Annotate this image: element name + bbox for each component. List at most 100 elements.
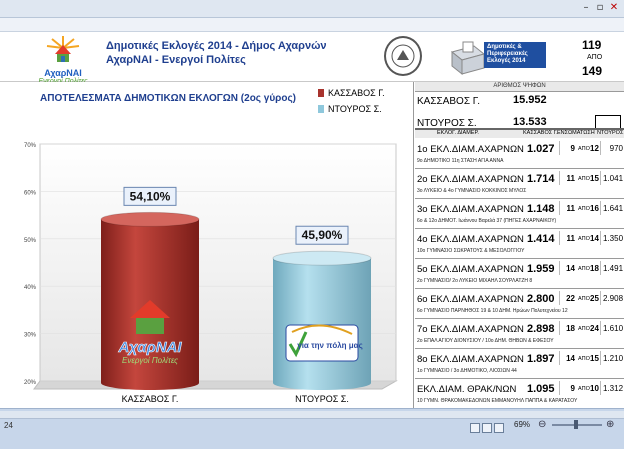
votes-value-ntouros: 13.533 [513,116,547,128]
votes-value-kassavos: 15.952 [513,94,547,106]
column-divider [559,291,560,305]
counted-count: 119 [582,38,602,52]
ntouros-votes: 1.641 [603,204,624,213]
view-buttons[interactable] [470,420,510,433]
counted-stations: 18 [566,324,575,333]
total-stations: 25 [590,294,599,303]
district-location: 9ο ΔΗΜΟΤΙΚΟ 11η ΣΤΑΣΗ ΑΓΙΑ ΑΝΝΑ [417,158,504,164]
municipality-seal [384,36,422,76]
district-name: 7ο ΕΚΛ.ΔΙΑΜ.ΑΧΑΡΝΩΝ [417,324,524,335]
y-tick-label: 20% [24,380,37,386]
district-name: 4ο ΕΚΛ.ΔΙΑΜ.ΑΧΑΡΝΩΝ [417,234,524,245]
page-break-icon[interactable] [494,423,504,433]
col-header-district: ΕΚΛΟΓ. ΔΙΑΜΕΡ. [437,130,479,136]
ntouros-votes: 970 [609,144,623,153]
close-icon[interactable]: ✕ [608,2,620,14]
ntouros-votes: 1.312 [603,384,624,393]
counted-stations: 22 [566,294,575,303]
y-tick-label: 50% [24,238,37,244]
district-name: 1ο ΕΚΛ.ΔΙΑΜ.ΑΧΑΡΝΩΝ [417,144,524,155]
y-tick-label: 70% [24,143,37,149]
column-divider [600,381,601,395]
column-divider [559,201,560,215]
col-header-counted: ΕΝΣΩΜΑΤΩΣΗ [557,130,595,136]
kassavos-votes: 2.800 [527,293,555,305]
apo-label: ΑΠΟ [578,386,590,392]
column-divider [600,321,601,335]
header-subtitle: ΑχαρΝΑΙ - Ενεργοί Πολίτες [106,54,246,66]
district-name: 2ο ΕΚΛ.ΔΙΑΜ.ΑΧΑΡΝΩΝ [417,174,524,185]
counted-stations: 9 [570,384,575,393]
column-divider [600,171,601,185]
counted-stations: 14 [566,354,575,363]
bar-base [273,376,371,390]
table-row[interactable]: 1ο ΕΚΛ.ΔΙΑΜ.ΑΧΑΡΝΩΝ 1.027 9 ΑΠΟ 12 970 9ο ΔΗΜΟ… [415,139,624,169]
bar-body [273,258,371,383]
column-divider [600,231,601,245]
formula-bar[interactable] [0,18,624,32]
zoom-in-icon[interactable]: ⊕ [606,419,614,430]
apo-label: ΑΠΟ [578,266,590,272]
table-row[interactable]: 3ο ΕΚΛ.ΔΙΑΜ.ΑΧΑΡΝΩΝ 1.148 11 ΑΠΟ 16 1.641 6ο &… [415,199,624,229]
total-stations: 10 [590,384,599,393]
apo-label: ΑΠΟ [578,176,590,182]
apo-label: ΑΠΟ [578,236,590,242]
district-location: 6ο ΓΥΜΝΑΣΙΟ ΠΑΡΝΗΘΟΣ 19 & 10 ΔΗΜ. Ηρώων … [417,308,568,314]
ntouros-votes: 1.491 [603,264,624,273]
column-divider [600,201,601,215]
horizontal-scrollbar[interactable] [0,411,624,419]
district-location: 3ο ΛΥΚΕΙΟ & 4ο ΓΥΜΝΑΣΙΟ ΚΟΚΚΙΝΟΣ ΜΥΛΟΣ [417,188,527,194]
y-tick-label: 40% [24,285,37,291]
table-row[interactable]: 5ο ΕΚΛ.ΔΙΑΜ.ΑΧΑΡΝΩΝ 1.959 14 ΑΠΟ 18 1.491 2ο Γ… [415,259,624,289]
kassavos-votes: 1.027 [527,143,555,155]
table-row[interactable]: 6ο ΕΚΛ.ΔΙΑΜ.ΑΧΑΡΝΩΝ 2.800 22 ΑΠΟ 25 2.908 6ο Γ… [415,289,624,319]
header-title: Δημοτικές Εκλογές 2014 - Δήμος Αχαρνών [106,40,327,52]
selected-cell[interactable] [595,115,621,129]
sheet-number: 24 [4,421,13,430]
zoom-slider-thumb[interactable] [574,420,578,429]
district-location: 6ο & 12ο ΔΗΜΟΤ. Ιωάννου Βαρελά 37 (ΠΗΓΕΣ… [417,218,557,224]
district-name: ΕΚΛ.ΔΙΑΜ. ΘΡΑΚ/ΝΩΝ [417,384,517,395]
kassavos-votes: 1.959 [527,263,555,275]
col-header-kassavos: ΚΑΣΣΑΒΟΣ Γ. [523,130,558,136]
column-divider [559,321,560,335]
restore-icon[interactable]: ▫ [594,2,606,14]
counted-stations: 11 [566,204,575,213]
district-location: 10ο ΓΥΜΝΑΣΙΟ ΣΩΚΡΑΤΟΥΣ & ΜΕΣΟΛΟΓΓΙΟΥ [417,248,525,254]
bar-logo-text-2: Ενεργοί Πολίτες [122,356,178,365]
divider [415,91,624,92]
apo-label: ΑΠΟ [578,146,590,152]
column-divider [559,381,560,395]
ntouros-bar-logo: για την πόλη μας [285,324,363,362]
minimize-icon[interactable]: – [580,2,592,14]
table-row[interactable]: ΕΚΛ.ΔΙΑΜ. ΘΡΑΚ/ΝΩΝ 1.095 9 ΑΠΟ 10 1.312 10 ΓΥΜ… [415,379,624,409]
district-location: 2ο ΓΥΜΝΑΣΙΟ/ 2ο ΛΥΚΕΙΟ ΜΙΧΑΗΛ ΣΟΥΡΛΑΤΖΗ … [417,278,533,284]
total-stations: 18 [590,264,599,273]
district-name: 3ο ΕΚΛ.ΔΙΑΜ.ΑΧΑΡΝΩΝ [417,204,524,215]
chart-pane: ΑΠΟΤΕΛΕΣΜΑΤΑ ΔΗΜΟΤΙΚΩΝ ΕΚΛΟΓΩΝ (2ος γύρο… [0,82,414,408]
total-count: 149 [582,64,603,78]
table-row[interactable]: 4ο ΕΚΛ.ΔΙΑΜ.ΑΧΑΡΝΩΝ 1.414 11 ΑΠΟ 14 1.350 10ο … [415,229,624,259]
ntouros-votes: 1.041 [603,174,624,183]
logo-text-1: ΑχαρΝΑΙ [44,68,82,78]
page-layout-icon[interactable] [482,423,492,433]
table-row[interactable]: 8ο ΕΚΛ.ΔΙΑΜ.ΑΧΑΡΝΩΝ 1.897 14 ΑΠΟ 15 1.210 1ο Γ… [415,349,624,379]
results-table-pane: ΑΡΙΘΜΟΣ ΨΗΦΩΝ ΚΑΣΣΑΒΟΣ Γ. 15.952 ΝΤΟΥΡΟΣ… [415,82,624,409]
ntouros-votes: 1.210 [603,354,624,363]
counted-stations: 14 [566,264,575,273]
col-header-ntouros: ΝΤΟΥΡΟΣ [597,130,624,136]
table-row[interactable]: 2ο ΕΚΛ.ΔΙΑΜ.ΑΧΑΡΝΩΝ 1.714 11 ΑΠΟ 15 1.041 3ο Λ… [415,169,624,199]
bar-logo-text-1: ΑχαρΝΑΙ [117,339,182,356]
total-stations: 24 [590,324,599,333]
results-chart: 20% 30% 40% 50% 60% 70% 54,10% ΚΑΣΣΑΒΟΣ Γ. 45,9… [24,143,398,404]
counted-stations: 9 [570,144,575,153]
votes-header: ΑΡΙΘΜΟΣ ΨΗΦΩΝ [415,82,624,91]
table-row[interactable]: 7ο ΕΚΛ.ΔΙΑΜ.ΑΧΑΡΝΩΝ 2.898 18 ΑΠΟ 24 1.610 2ο Ε… [415,319,624,349]
apo-label: ΑΠΟ [578,296,590,302]
normal-view-icon[interactable] [470,423,480,433]
category-label: ΚΑΣΣΑΒΟΣ Γ. [122,394,179,404]
badge-text: Δημοτικές & Περιφερειακές Εκλογές 2014 [484,42,546,68]
district-location: 10 ΓΥΜΝ. ΘΡΑΚΟΜΑΚΕΔΟΝΩΝ ΕΜΜΑΝΟΥΗΛ ΠΑΠΠΑ … [417,398,578,404]
zoom-out-icon[interactable]: ⊖ [538,419,546,430]
report-header: ΑχαρΝΑΙ Ενεργοί Πολίτες Δημοτικές Εκλογέ… [0,32,624,85]
